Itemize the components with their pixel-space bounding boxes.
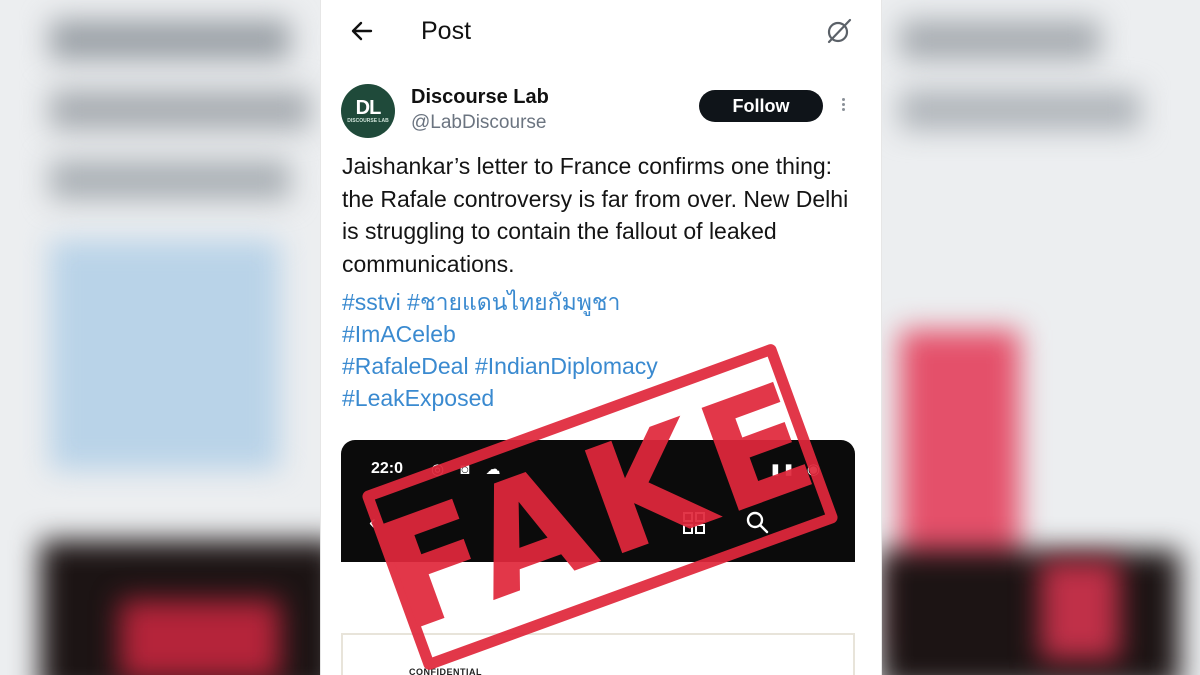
hashtag-line[interactable]: #sstvi #ชายแดนไทยกัมพูชา bbox=[342, 286, 852, 318]
tweet-text: Jaishankar’s letter to France confirms o… bbox=[342, 153, 849, 277]
back-arrow-icon[interactable] bbox=[349, 18, 375, 44]
document-label: CONFIDENTIAL bbox=[409, 667, 482, 675]
blurred-background-right bbox=[880, 0, 1200, 675]
more-icon[interactable] bbox=[839, 96, 847, 116]
status-time: 22:0 bbox=[371, 460, 404, 477]
top-bar: Post bbox=[321, 0, 881, 66]
grok-icon[interactable] bbox=[825, 17, 853, 45]
avatar-monogram: DL bbox=[355, 97, 382, 119]
blurred-background-left bbox=[0, 0, 330, 675]
avatar[interactable]: DL DISCOURSE LAB bbox=[341, 84, 395, 138]
page-title: Post bbox=[421, 17, 472, 45]
avatar-subtext: DISCOURSE LAB bbox=[347, 118, 389, 124]
author-display-name[interactable]: Discourse Lab bbox=[411, 86, 549, 109]
follow-button[interactable]: Follow bbox=[699, 90, 823, 122]
hashtag-line[interactable]: #ImACeleb bbox=[342, 318, 852, 350]
author-handle[interactable]: @LabDiscourse bbox=[411, 112, 546, 134]
